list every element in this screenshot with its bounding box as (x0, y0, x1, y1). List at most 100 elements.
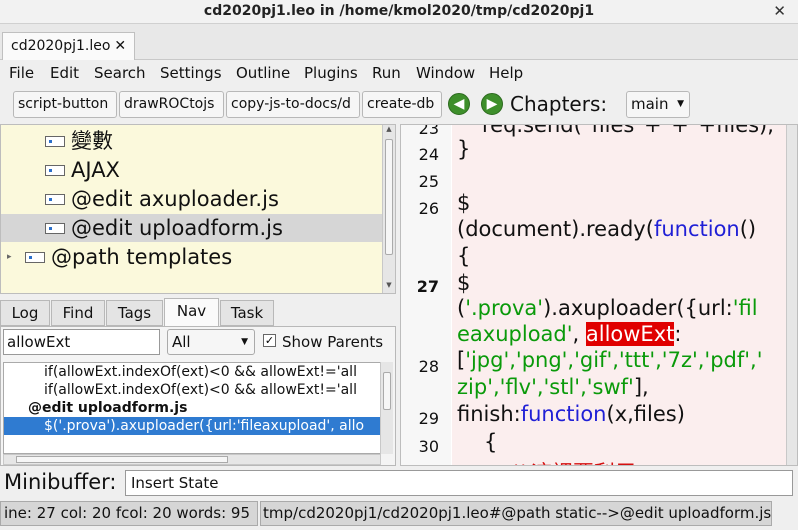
node-icon (45, 136, 65, 147)
line-number: 28 (418, 357, 439, 376)
menu-edit[interactable]: Edit (50, 64, 79, 82)
code-text: () (739, 217, 757, 241)
status-bar: ine: 27 col: 20 fcol: 20 words: 95 tmp/c… (0, 500, 798, 526)
list-item[interactable]: if(allowExt.indexOf(ext)<0 && allowExt!=… (4, 363, 380, 381)
close-window-icon[interactable]: ✕ (773, 2, 786, 20)
code-line: eaxupload', allowExt: (457, 322, 681, 346)
outline-node[interactable]: ▸ @path templates (1, 243, 383, 271)
menu-bar: File Edit Search Settings Outline Plugin… (0, 61, 798, 85)
menu-run[interactable]: Run (372, 64, 401, 82)
line-number: 24 (418, 145, 439, 164)
code-text: : (674, 322, 682, 346)
create-db-button[interactable]: create-db (362, 91, 442, 118)
scroll-up-icon[interactable]: ▲ (383, 125, 395, 137)
string: eaxupload' (457, 322, 573, 346)
menu-file[interactable]: File (9, 64, 34, 82)
tab-nav[interactable]: Nav (164, 298, 219, 326)
title-bar: cd2020pj1.leo in /home/kmol2020/tmp/cd20… (0, 0, 798, 24)
scroll-down-icon[interactable]: ▼ (383, 281, 395, 293)
nav-scrollbar[interactable] (380, 362, 393, 454)
outline-scrollbar[interactable]: ▲ ▼ (382, 125, 395, 293)
expand-arrow-icon[interactable]: ▸ (7, 243, 12, 271)
script-button[interactable]: script-button (13, 91, 117, 118)
minibuffer-label: Minibuffer: (4, 470, 117, 494)
outline-node-label: @edit uploadform.js (71, 216, 283, 240)
code-line: ('.prova').axuploader({url:'fil (457, 296, 758, 320)
minibuffer: Minibuffer: Insert State (0, 468, 798, 498)
nav-hscroll-thumb[interactable] (16, 456, 228, 463)
menu-window[interactable]: Window (416, 64, 475, 82)
code-line: { (484, 430, 498, 454)
line-number: 29 (418, 409, 439, 428)
line-number: 30 (418, 437, 439, 456)
code-text: ).axuploader({url: (543, 296, 733, 320)
body-scrollbar[interactable] (786, 125, 797, 465)
window-title: cd2020pj1.leo in /home/kmol2020/tmp/cd20… (203, 3, 595, 19)
document-tab-bar: cd2020pj1.leo ✕ (0, 24, 798, 60)
node-icon (45, 223, 65, 234)
nav-search-input[interactable]: allowExt (3, 329, 160, 355)
string: 'jpg','png','gif','ttt','7z','pdf',' (465, 348, 763, 372)
nav-hscrollbar[interactable] (3, 454, 381, 465)
drawroctojs-button[interactable]: drawROCtojs (119, 91, 224, 118)
nav-scroll-thumb[interactable] (383, 372, 391, 410)
code-text: req.send("files"+"+"+files); (482, 124, 775, 137)
menu-search[interactable]: Search (94, 64, 146, 82)
status-path: tmp/cd2020pj1/cd2020pj1.leo#@path static… (260, 501, 772, 526)
outline-scroll-thumb[interactable] (385, 139, 393, 255)
copy-js-to-docs-button[interactable]: copy-js-to-docs/d (226, 91, 360, 118)
string: zip','flv','stl','swf' (457, 375, 634, 399)
outline-node[interactable]: AJAX (1, 156, 383, 184)
menu-help[interactable]: Help (489, 64, 523, 82)
status-position: ine: 27 col: 20 fcol: 20 words: 95 (0, 501, 258, 526)
string: '.prova' (465, 296, 544, 320)
list-item-selected[interactable]: $('.prova').axuploader({url:'fileaxuploa… (4, 417, 380, 435)
code-line: finish:function(x,files) (457, 402, 685, 426)
tab-task[interactable]: Task (220, 300, 274, 326)
outline-pane: 變數 AJAX @edit axuploader.js @edit upload… (0, 124, 396, 294)
chapters-select[interactable]: main ▼ (626, 91, 690, 118)
left-arrow-circle-icon[interactable]: ◀ (448, 93, 470, 115)
tab-tags[interactable]: Tags (106, 300, 163, 326)
code-area[interactable]: req.send("files"+"+"+files); } $ (docume… (452, 125, 787, 465)
code-text: finish: (457, 402, 521, 426)
outline-node-label: AJAX (71, 158, 120, 182)
line-number: 23 (418, 124, 439, 138)
chapters-value: main (631, 95, 669, 113)
code-text: [ (457, 348, 466, 372)
code-text: , (572, 322, 586, 346)
outline-node-selected[interactable]: @edit uploadform.js (1, 214, 383, 242)
document-tab[interactable]: cd2020pj1.leo ✕ (2, 32, 136, 60)
list-item-parent[interactable]: @edit uploadform.js (4, 399, 380, 417)
outline-node[interactable]: 變數 (1, 127, 383, 155)
line-number: 25 (418, 172, 439, 191)
search-highlight: allowExt (585, 322, 675, 346)
chevron-down-icon: ▼ (241, 337, 248, 347)
string: 'fil (732, 296, 758, 320)
line-number: 31 (419, 463, 439, 465)
menu-settings[interactable]: Settings (160, 64, 222, 82)
code-line: ['jpg','png','gif','ttt','7z','pdf',' (457, 348, 762, 372)
node-icon (45, 165, 65, 176)
close-tab-icon[interactable]: ✕ (114, 38, 126, 54)
right-arrow-circle-icon[interactable]: ▶ (481, 93, 503, 115)
nav-pane: allowExt All ▼ ✓ Show Parents if(allowEx… (0, 326, 396, 466)
code-line: { (457, 244, 471, 268)
menu-plugins[interactable]: Plugins (304, 64, 358, 82)
body-editor[interactable]: 23 24 25 26 27 28 29 30 31 req.send("fil… (400, 124, 798, 466)
code-line: $ (457, 191, 471, 215)
node-icon (45, 194, 65, 205)
minibuffer-input[interactable]: Insert State (125, 470, 793, 496)
list-item[interactable]: if(allowExt.indexOf(ext)<0 && allowExt!=… (4, 381, 380, 399)
tab-log[interactable]: Log (0, 300, 50, 326)
show-parents-checkbox[interactable]: ✓ (263, 334, 276, 347)
code-line: } (457, 137, 471, 161)
tab-find[interactable]: Find (51, 300, 105, 326)
outline-node[interactable]: @edit axuploader.js (1, 185, 383, 213)
nav-scope-select[interactable]: All ▼ (167, 329, 255, 355)
toolbar: script-button drawROCtojs copy-js-to-doc… (0, 88, 798, 122)
code-line: $ (457, 271, 471, 295)
menu-outline[interactable]: Outline (236, 64, 290, 82)
line-number-gutter: 23 24 25 26 27 28 29 30 31 (401, 125, 451, 465)
code-text: (document).ready( (457, 217, 654, 241)
